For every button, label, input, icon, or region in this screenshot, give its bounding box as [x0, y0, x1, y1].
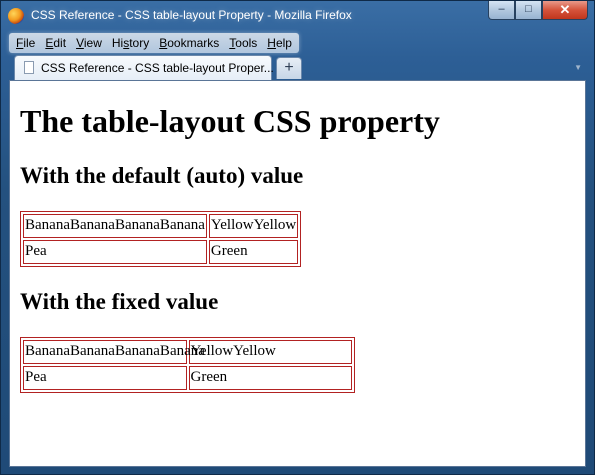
menu-edit[interactable]: Edit	[40, 33, 71, 53]
table-cell: Green	[188, 366, 352, 390]
list-all-tabs-icon[interactable]: ▼	[574, 63, 582, 72]
table-cell: BananaBananaBananaBanana	[23, 214, 207, 238]
window-title: CSS Reference - CSS table-layout Propert…	[31, 8, 352, 22]
table-cell: BananaBananaBananaBanana	[23, 340, 205, 364]
tab-active[interactable]: CSS Reference - CSS table-layout Proper.…	[14, 55, 274, 80]
title-bar[interactable]: CSS Reference - CSS table-layout Propert…	[1, 1, 594, 31]
table-cell: YellowYellow	[208, 214, 299, 238]
firefox-logo-icon[interactable]	[8, 8, 24, 24]
tab-label: CSS Reference - CSS table-layout Proper.…	[41, 61, 274, 75]
section-heading-fixed: With the fixed value	[20, 289, 219, 314]
table-cell: YellowYellow	[188, 340, 352, 364]
menu-history[interactable]: History	[107, 33, 154, 53]
table-cell: Pea	[23, 240, 207, 264]
new-tab-button[interactable]: +	[276, 57, 302, 79]
close-button[interactable]: ✕	[542, 1, 588, 20]
menu-bookmarks[interactable]: Bookmarks	[154, 33, 224, 53]
page-icon	[24, 61, 34, 74]
table-row: Pea Green	[23, 366, 352, 390]
section-heading-auto: With the default (auto) value	[20, 163, 304, 188]
table-row: BananaBananaBananaBanana YellowYellow	[23, 340, 352, 364]
menu-file[interactable]: File	[11, 33, 40, 53]
table-row: Pea Green	[23, 240, 299, 264]
menu-view[interactable]: View	[71, 33, 107, 53]
table-row: BananaBananaBananaBanana YellowYellow	[23, 214, 299, 238]
menu-tools[interactable]: Tools	[224, 33, 262, 53]
window-controls: – □ ✕	[488, 1, 588, 20]
minimize-button[interactable]: –	[488, 1, 515, 20]
fixed-layout-table: BananaBananaBananaBanana YellowYellow Pe…	[20, 337, 355, 393]
tab-strip: CSS Reference - CSS table-layout Proper.…	[9, 55, 586, 81]
page-content: The table-layout CSS property With the d…	[9, 80, 586, 467]
table-cell: Pea	[23, 366, 187, 390]
menu-help[interactable]: Help	[262, 33, 297, 53]
maximize-button[interactable]: □	[515, 1, 542, 20]
menu-bar: File Edit View History Bookmarks Tools H…	[9, 33, 299, 53]
table-cell: Green	[208, 240, 299, 264]
auto-layout-table: BananaBananaBananaBanana YellowYellow Pe…	[20, 211, 302, 267]
browser-window: CSS Reference - CSS table-layout Propert…	[0, 0, 595, 475]
page-title: The table-layout CSS property	[20, 103, 440, 139]
